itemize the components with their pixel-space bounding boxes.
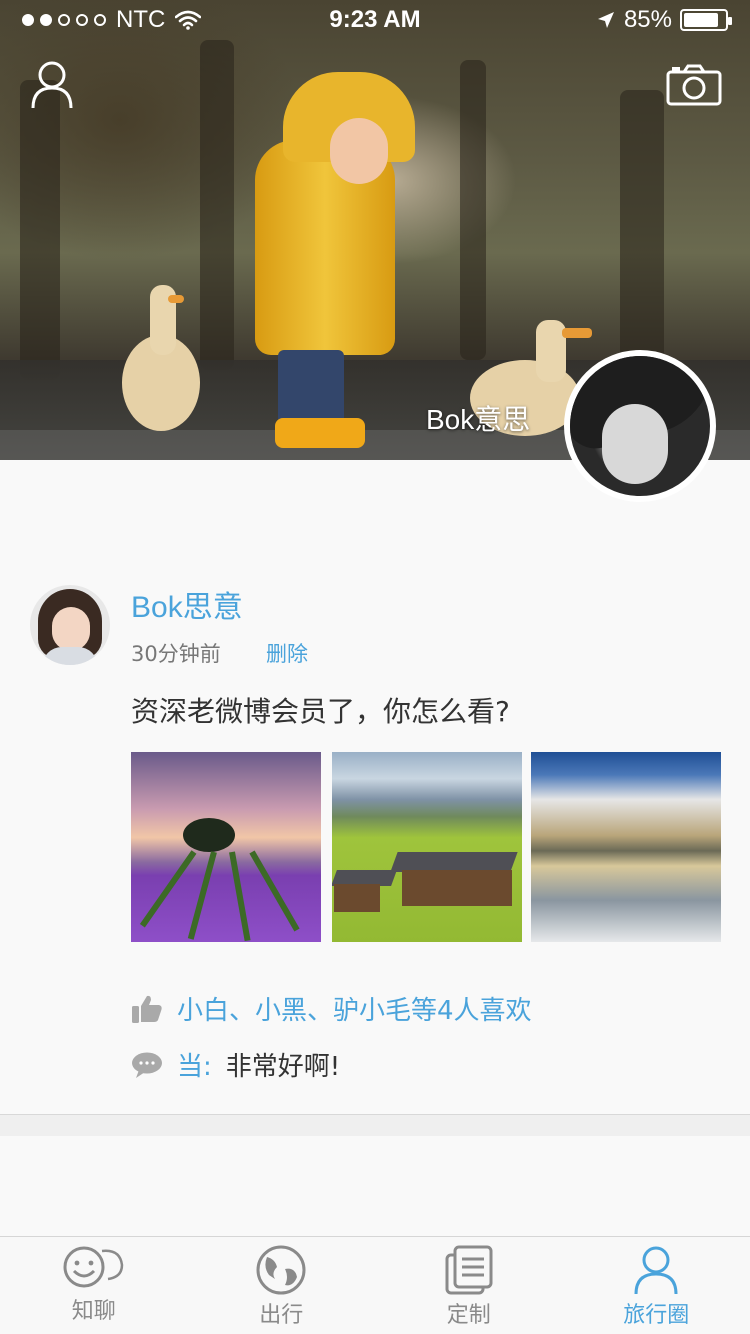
cover-tree xyxy=(460,60,486,360)
photo-row xyxy=(187,851,217,940)
cabin xyxy=(334,884,380,912)
avatar-face xyxy=(602,404,668,484)
thumbs-up-icon xyxy=(132,995,162,1023)
cabin-roof xyxy=(390,852,518,872)
status-right: 85% xyxy=(596,6,732,34)
globe-icon xyxy=(256,1245,306,1295)
tab-chuxing[interactable]: 出行 xyxy=(188,1237,376,1334)
post-text: 资深老微博会员了，你怎么看? xyxy=(131,695,510,728)
kid-boots xyxy=(275,418,365,448)
comment-author[interactable]: 当: xyxy=(177,1046,212,1083)
tab-zhiliao[interactable]: 知聊 xyxy=(0,1237,188,1334)
person-icon xyxy=(634,1246,678,1295)
post-author-name[interactable]: Bok思意 xyxy=(131,582,243,626)
post-author-avatar[interactable] xyxy=(30,585,110,665)
photo-tree xyxy=(183,818,235,852)
tab-label: 知聊 xyxy=(71,1299,116,1324)
tab-bar: 知聊 出行 定制 旅行圈 xyxy=(0,1236,750,1334)
duck-left-beak xyxy=(168,295,184,303)
cabin xyxy=(402,870,512,906)
cover-username: Bok意思 xyxy=(426,404,531,435)
location-arrow-icon xyxy=(597,12,614,28)
likes-text: 小白、小黑、驴小毛等4人喜欢 xyxy=(177,996,532,1026)
comment-bubble-icon xyxy=(132,1052,162,1078)
avatar-face xyxy=(52,607,90,651)
profile-avatar[interactable] xyxy=(564,350,716,502)
tab-dingzhi[interactable]: 定制 xyxy=(375,1237,563,1334)
tab-label: 出行 xyxy=(259,1303,304,1328)
battery-icon xyxy=(680,9,732,31)
battery-percent: 85% xyxy=(623,6,672,33)
delete-button[interactable]: 删除 xyxy=(266,638,308,668)
cover-tree xyxy=(20,80,60,380)
kid-face xyxy=(330,118,388,184)
tab-label: 定制 xyxy=(446,1303,491,1328)
camera-icon[interactable] xyxy=(666,64,722,106)
section-divider xyxy=(0,1114,750,1136)
tab-label: 旅行圈 xyxy=(623,1303,690,1328)
status-bar: NTC 9:23 AM 85% xyxy=(0,0,750,40)
comment-text: 非常好啊! xyxy=(225,1052,341,1082)
tab-lvxingquan[interactable]: 旅行圈 xyxy=(563,1237,750,1334)
battery-fill xyxy=(684,13,718,27)
cover-tree xyxy=(200,40,234,370)
photo-row xyxy=(249,850,300,932)
feed-empty-area xyxy=(0,1136,750,1236)
comment-row[interactable]: 当: 非常好啊! xyxy=(131,1046,340,1083)
likes-row[interactable]: 小白、小黑、驴小毛等4人喜欢 xyxy=(131,990,532,1027)
document-icon xyxy=(445,1245,493,1295)
profile-icon[interactable] xyxy=(30,60,74,110)
photo-row xyxy=(139,850,197,928)
chat-face-icon xyxy=(63,1246,124,1288)
cover-tree xyxy=(620,90,664,360)
duck-right-beak xyxy=(562,328,592,338)
post-photo-lavender[interactable] xyxy=(131,752,321,942)
photo-row xyxy=(229,851,251,942)
post-photo-lake[interactable] xyxy=(531,752,721,942)
post-time: 30分钟前 xyxy=(131,642,221,666)
post-photo-cabins[interactable] xyxy=(332,752,522,942)
